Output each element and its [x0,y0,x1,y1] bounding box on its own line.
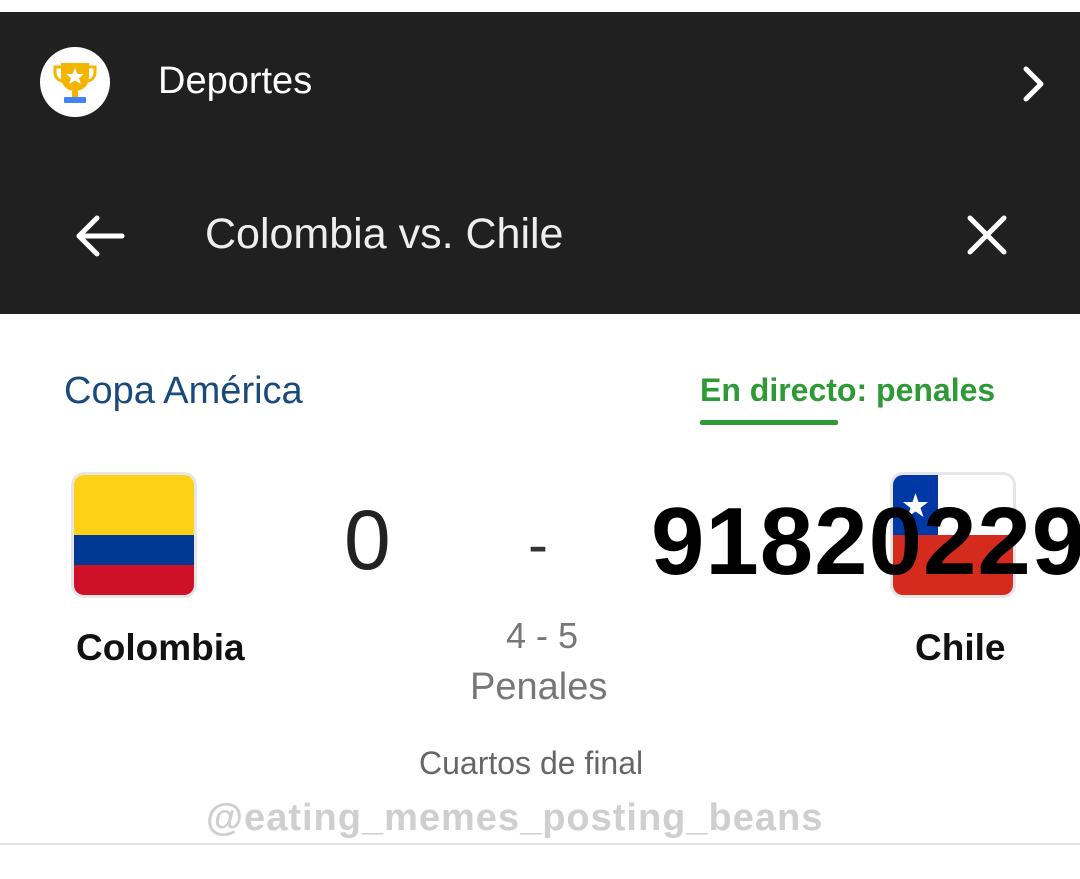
watermark: @eating_memes_posting_beans [206,797,824,839]
trophy-icon [40,47,110,117]
score-separator: - [528,511,548,578]
live-status: En directo: penales [700,372,996,408]
home-team-name[interactable]: Colombia [76,627,245,669]
close-icon[interactable] [965,213,1009,262]
tournament-link[interactable]: Copa América [64,370,303,413]
back-arrow-icon[interactable] [74,214,126,263]
top-edge [0,0,1080,12]
home-score: 0 [344,493,391,587]
chevron-right-icon[interactable] [1018,64,1048,109]
away-score: 91820229 [651,488,1080,595]
penalties-label: Penales [470,666,608,708]
search-query[interactable]: Colombia vs. Chile [205,210,563,259]
category-title: Deportes [158,60,313,102]
penalties-score: 4 - 5 [506,615,579,656]
colombia-flag-icon[interactable] [74,475,194,595]
category-header[interactable]: Deportes [0,12,1080,152]
bottom-divider [0,843,1080,845]
match-round: Cuartos de final [419,745,644,781]
away-team-name[interactable]: Chile [915,627,1005,669]
search-bar[interactable]: Colombia vs. Chile [0,152,1080,314]
status-underline [700,420,838,425]
